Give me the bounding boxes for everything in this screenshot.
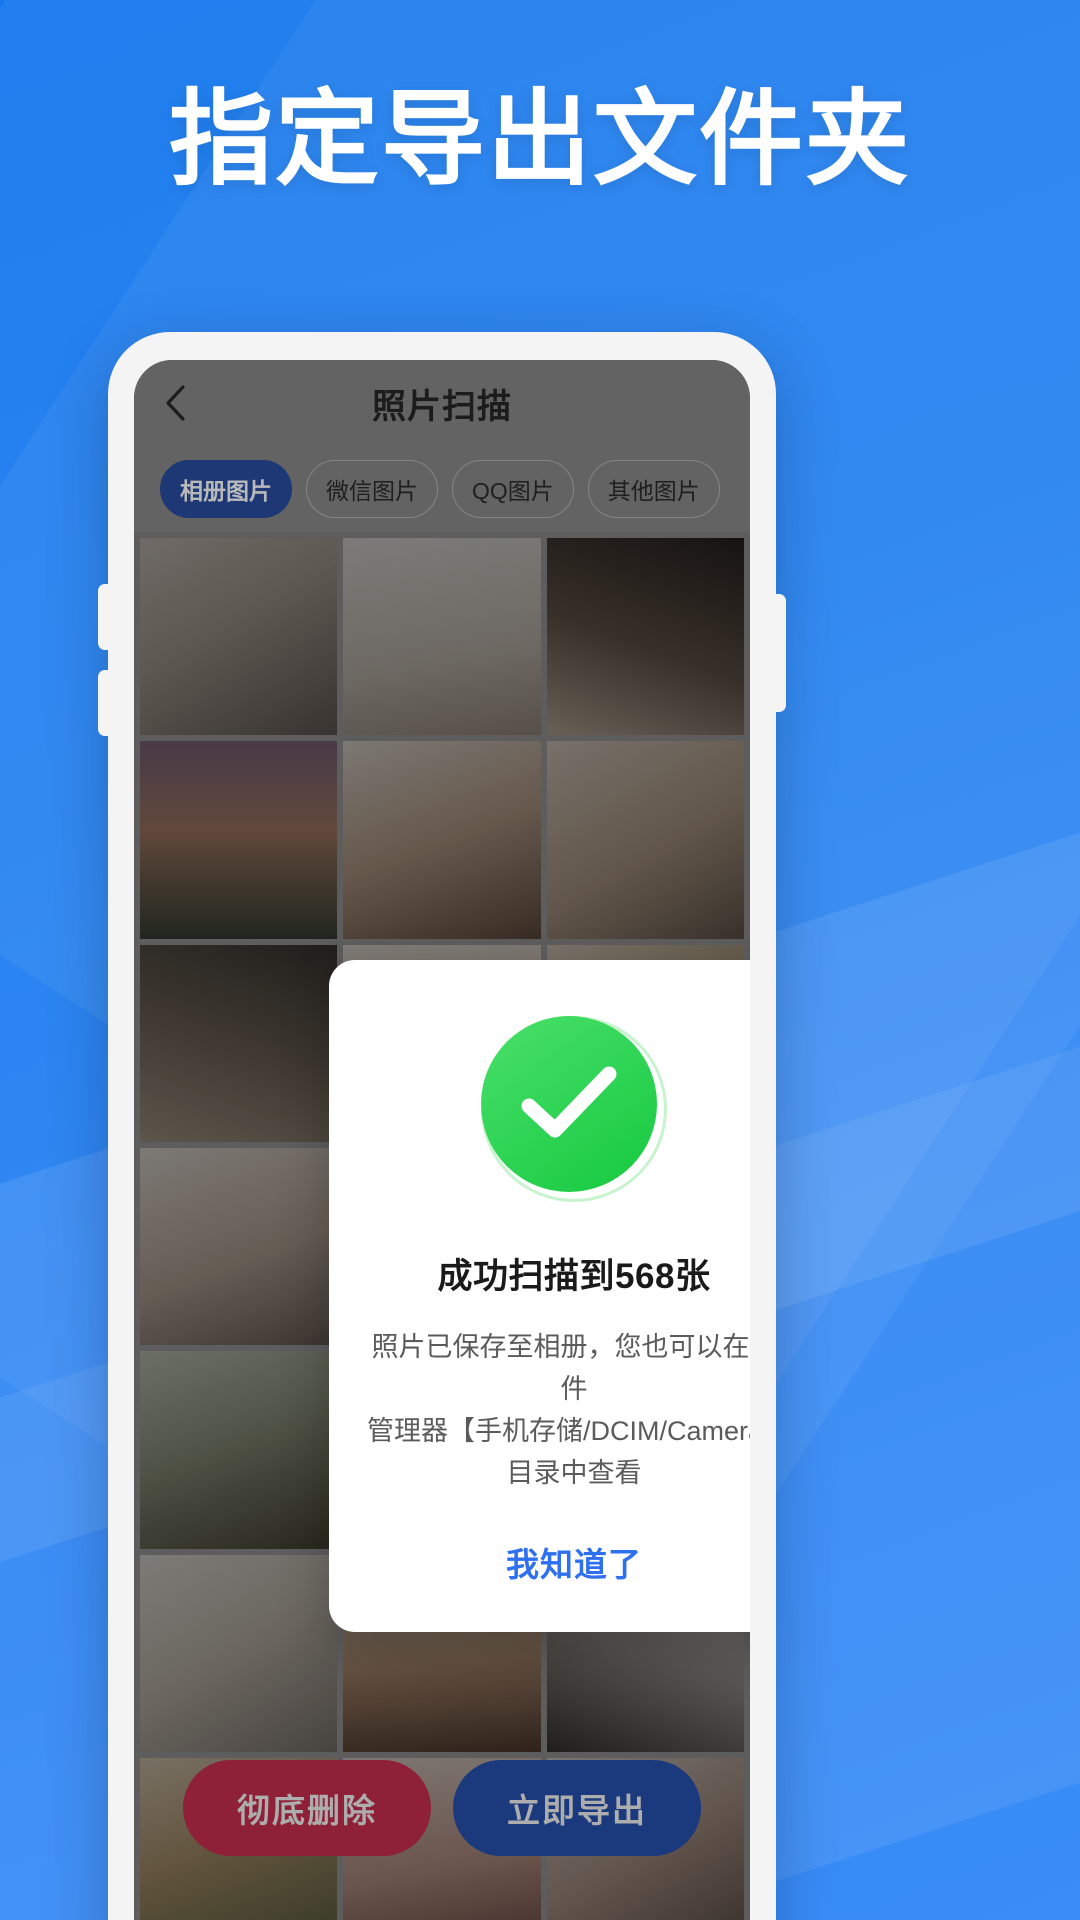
- success-dialog: 成功扫描到568张 照片已保存至相册，您也可以在文件 管理器【手机存储/DCIM…: [329, 960, 750, 1633]
- tab-wechat-photos[interactable]: 微信图片: [306, 460, 438, 518]
- photo-thumbnail[interactable]: [546, 538, 744, 736]
- dialog-body: 照片已保存至相册，您也可以在文件 管理器【手机存储/DCIM/Camera】 目…: [367, 1327, 750, 1494]
- dialog-body-line: 管理器【手机存储/DCIM/Camera】: [367, 1415, 750, 1446]
- tab-qq-photos[interactable]: QQ图片: [452, 460, 574, 518]
- success-check-icon: [481, 1016, 667, 1202]
- phone-power-button: [773, 594, 786, 712]
- page-title: 照片扫描: [372, 387, 512, 426]
- photo-thumbnail[interactable]: [140, 741, 338, 939]
- app-bar: 照片扫描: [134, 360, 750, 446]
- photo-thumbnail[interactable]: [140, 1554, 338, 1752]
- chevron-left-icon[interactable]: [158, 385, 192, 421]
- photo-thumbnail[interactable]: [140, 944, 338, 1142]
- filter-tabs: 相册图片 微信图片 QQ图片 其他图片: [134, 446, 750, 532]
- photo-thumbnail[interactable]: [343, 741, 541, 939]
- photo-thumbnail[interactable]: [140, 1351, 338, 1549]
- dialog-title: 成功扫描到568张: [437, 1257, 711, 1296]
- photo-thumbnail[interactable]: [546, 741, 744, 939]
- bottom-action-bar: 彻底删除 立即导出: [134, 1760, 750, 1856]
- photo-thumbnail[interactable]: [140, 1147, 338, 1346]
- delete-permanently-button[interactable]: 彻底删除: [183, 1760, 431, 1856]
- phone-screen: 照片扫描 相册图片 微信图片 QQ图片 其他图片 彻底删除 立即导出 成功扫描到…: [134, 360, 750, 1920]
- phone-volume-down-button: [98, 670, 111, 736]
- page-headline: 指定导出文件夹: [168, 82, 911, 198]
- phone-mockup: 照片扫描 相册图片 微信图片 QQ图片 其他图片 彻底删除 立即导出 成功扫描到…: [98, 332, 786, 1920]
- phone-volume-up-button: [98, 584, 111, 650]
- promo-page: 指定导出文件夹 照片扫描 相册图片 微信图片 QQ图片 其他图片 彻底删除 立即…: [0, 0, 1080, 1920]
- dialog-body-line: 照片已保存至相册，您也可以在文件: [371, 1332, 751, 1404]
- tab-album-photos[interactable]: 相册图片: [160, 460, 292, 518]
- photo-thumbnail[interactable]: [343, 538, 541, 736]
- export-now-button[interactable]: 立即导出: [453, 1760, 701, 1856]
- dialog-confirm-button[interactable]: 我知道了: [367, 1538, 750, 1586]
- dialog-body-line: 目录中查看: [506, 1457, 642, 1488]
- tab-other-photos[interactable]: 其他图片: [587, 460, 720, 518]
- success-check-circle: [481, 1016, 657, 1192]
- photo-thumbnail[interactable]: [140, 538, 338, 736]
